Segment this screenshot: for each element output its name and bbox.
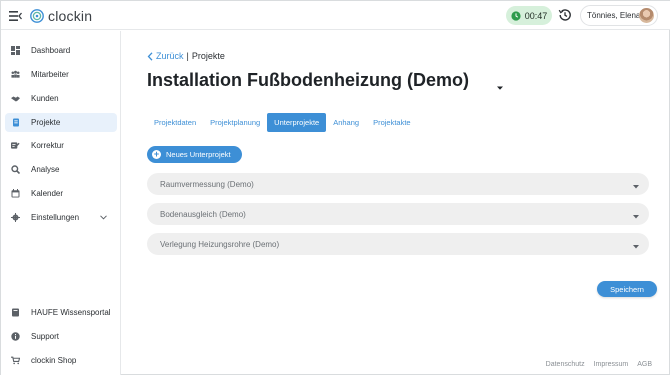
tab-bar: Projektdaten Projektplanung Unterprojekt… xyxy=(147,113,418,132)
user-name: Tönnies, Elena xyxy=(587,11,641,20)
clock-icon xyxy=(511,10,521,21)
sidebar-item-korrektur[interactable]: Korrektur xyxy=(5,136,117,155)
info-icon xyxy=(11,332,20,341)
project-icon xyxy=(11,118,20,127)
sidebar-item-label: Kalender xyxy=(31,189,64,198)
sidebar-item-support[interactable]: Support xyxy=(5,327,117,346)
sidebar-item-label: Dashboard xyxy=(31,46,71,55)
tab-anhang[interactable]: Anhang xyxy=(326,113,366,132)
breadcrumb-current: Projekte xyxy=(191,51,225,61)
privacy-link[interactable]: Datenschutz xyxy=(546,361,585,368)
history-icon[interactable] xyxy=(558,8,572,22)
caret-down-icon xyxy=(633,242,639,251)
sidebar-item-mitarbeiter[interactable]: Mitarbeiter xyxy=(5,65,117,84)
user-menu[interactable]: Tönnies, Elena xyxy=(580,5,658,26)
new-subproject-label: Neues Unterprojekt xyxy=(166,150,231,159)
sidebar-item-label: clockin Shop xyxy=(31,356,77,365)
caret-down-icon xyxy=(633,212,639,221)
subproject-select-heizungsrohre[interactable]: Verlegung Heizungsrohre (Demo) xyxy=(147,233,649,255)
tab-unterprojekte[interactable]: Unterprojekte xyxy=(267,113,327,132)
back-link[interactable]: Zurück xyxy=(156,51,184,61)
page-title: Installation Fußbodenheizung (Demo) xyxy=(147,70,469,90)
sidebar-item-label: HAUFE Wissensportal xyxy=(31,308,111,317)
calendar-icon xyxy=(11,189,20,198)
clockin-logo-icon xyxy=(30,9,44,23)
app-window: clockin 00:47 Tönnies, Elena Dashboard M… xyxy=(0,0,670,375)
sidebar-item-label: Support xyxy=(31,332,60,341)
sidebar-item-haufe[interactable]: HAUFE Wissensportal xyxy=(5,303,117,322)
clockin-logo[interactable]: clockin xyxy=(30,8,92,24)
sidebar-item-label: Mitarbeiter xyxy=(31,70,69,79)
subproject-label: Bodenausgleich (Demo) xyxy=(160,209,246,219)
terms-link[interactable]: AGB xyxy=(637,361,652,368)
imprint-link[interactable]: Impressum xyxy=(594,361,629,368)
logo-text: clockin xyxy=(48,8,93,24)
gear-icon xyxy=(11,213,20,222)
sidebar-item-kalender[interactable]: Kalender xyxy=(5,184,117,203)
handshake-icon xyxy=(11,94,20,103)
subproject-label: Raumvermessung (Demo) xyxy=(160,179,254,189)
top-bar: clockin 00:47 Tönnies, Elena xyxy=(1,1,670,30)
sidebar-item-label: Einstellungen xyxy=(31,213,80,222)
avatar xyxy=(639,8,654,23)
employees-icon xyxy=(11,70,20,79)
sidebar-item-analyse[interactable]: Analyse xyxy=(5,160,117,179)
subproject-select-bodenausgleich[interactable]: Bodenausgleich (Demo) xyxy=(147,203,649,225)
new-subproject-button[interactable]: + Neues Unterprojekt xyxy=(147,146,242,163)
book-icon xyxy=(11,308,20,317)
sidebar-item-dashboard[interactable]: Dashboard xyxy=(5,41,117,60)
tab-projektplanung[interactable]: Projektplanung xyxy=(203,113,267,132)
dashboard-icon xyxy=(11,46,20,55)
sidebar-item-label: Kunden xyxy=(31,94,59,103)
tab-projektdaten[interactable]: Projektdaten xyxy=(147,113,203,132)
subproject-select-raumvermessung[interactable]: Raumvermessung (Demo) xyxy=(147,173,649,195)
sidebar-item-label: Analyse xyxy=(31,165,60,174)
menu-collapse-icon[interactable] xyxy=(9,9,22,21)
breadcrumb: Zurück | Projekte xyxy=(147,51,225,61)
sidebar-item-projekte[interactable]: Projekte xyxy=(5,113,117,132)
sidebar: Dashboard Mitarbeiter Kunden Projekte Ko… xyxy=(1,31,121,375)
correction-icon xyxy=(11,141,20,150)
sidebar-item-einstellungen[interactable]: Einstellungen xyxy=(5,208,117,227)
plus-icon: + xyxy=(152,149,161,159)
time-tracking-timer[interactable]: 00:47 xyxy=(506,6,552,25)
sidebar-item-label: Projekte xyxy=(31,118,61,127)
breadcrumb-separator: | xyxy=(186,51,189,61)
caret-down-icon[interactable] xyxy=(496,78,504,96)
sidebar-item-kunden[interactable]: Kunden xyxy=(5,89,117,108)
timer-value: 00:47 xyxy=(524,10,548,21)
cart-icon xyxy=(11,356,20,365)
chevron-left-icon xyxy=(147,51,153,61)
sidebar-item-label: Korrektur xyxy=(31,141,64,150)
caret-down-icon xyxy=(633,182,639,191)
chevron-down-icon xyxy=(100,213,107,222)
analysis-icon xyxy=(11,165,20,174)
footer-links: Datenschutz Impressum AGB xyxy=(546,361,652,368)
sidebar-item-shop[interactable]: clockin Shop xyxy=(5,351,117,370)
subproject-label: Verlegung Heizungsrohre (Demo) xyxy=(160,239,280,249)
tab-projektakte[interactable]: Projektakte xyxy=(366,113,418,132)
save-button[interactable]: Speichern xyxy=(597,281,657,297)
